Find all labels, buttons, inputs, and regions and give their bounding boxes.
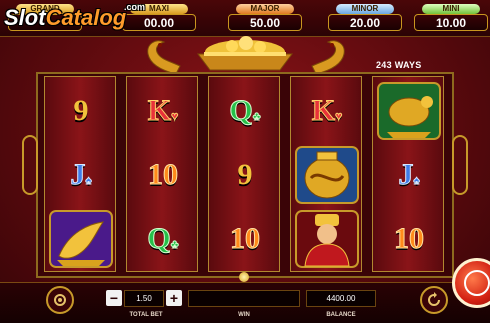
jackpot-major-value: 50.00: [228, 14, 302, 31]
fortune-god-icon: [295, 210, 359, 268]
reel-1-symbol-2: J♠: [45, 143, 117, 207]
jackpot-mini: MINI 10.00: [414, 4, 488, 32]
refresh-icon: [428, 292, 440, 306]
reel-3-symbol-2: 9: [209, 143, 281, 207]
jackpot-minor-label: MINOR: [336, 4, 394, 14]
reel-3-symbol-3: 10: [209, 207, 281, 271]
reel-1-symbol-3: [45, 207, 117, 271]
card-9-symbol: 9: [237, 158, 253, 191]
card-k-symbol: K♥: [311, 94, 343, 127]
card-j-symbol: J♠: [398, 158, 420, 191]
watermark-catalog: Catalog: [45, 5, 127, 30]
reel-3: Q♣ 9 10: [208, 76, 280, 272]
reel-1-symbol-1: 9: [45, 79, 117, 143]
reel-4: K♥: [290, 76, 362, 272]
reel-2: K♥ 10 Q♣: [126, 76, 198, 272]
jackpot-mini-label: MINI: [422, 4, 480, 14]
jackpot-mini-value: 10.00: [414, 14, 488, 31]
reel-2-symbol-2: 10: [127, 143, 199, 207]
win-value: [188, 290, 300, 307]
autoplay-button[interactable]: [420, 286, 448, 314]
jackpot-major: MAJOR 50.00: [228, 4, 302, 32]
bet-decrease-button[interactable]: −: [106, 290, 122, 306]
reel-4-symbol-2: [291, 143, 363, 207]
reel-4-symbol-1: K♥: [291, 79, 363, 143]
frame-ornament-right: [452, 135, 468, 195]
golden-carp-icon: [49, 210, 113, 268]
golden-turtle-icon: [377, 82, 441, 140]
gear-icon: [54, 294, 66, 306]
reel-5: J♠ 10: [372, 76, 444, 272]
reel-4-symbol-3: [291, 207, 363, 271]
reel-2-symbol-3: Q♣: [127, 207, 199, 271]
ways-count: 243 WAYS: [376, 60, 422, 70]
reel-5-symbol-1: [373, 79, 445, 143]
card-suit-icon: ♣: [170, 237, 179, 251]
bet-increase-button[interactable]: +: [166, 290, 182, 306]
watermark-com: .com: [124, 2, 146, 12]
coin-ornament: [239, 272, 249, 282]
card-suit-icon: ♠: [85, 173, 92, 187]
total-bet-value: 1.50: [124, 290, 164, 307]
dragon-left-icon: [147, 40, 181, 75]
gold-ingot-bowl-icon: [197, 36, 293, 71]
jackpot-minor: MINOR 20.00: [328, 4, 402, 32]
golden-dragon-vase-icon: [295, 146, 359, 204]
watermark-slot: Slot: [4, 5, 46, 30]
reel-5-symbol-2: J♠: [373, 143, 445, 207]
card-suit-icon: ♥: [335, 109, 343, 123]
spin-icon: [464, 270, 490, 296]
card-suit-icon: ♣: [252, 109, 261, 123]
reel-3-symbol-1: Q♣: [209, 79, 281, 143]
card-10-symbol: 10: [394, 222, 425, 255]
card-10-symbol: 10: [148, 158, 179, 191]
reel-5-symbol-3: 10: [373, 207, 445, 271]
reel-1: 9 J♠: [44, 76, 116, 272]
jackpot-minor-value: 20.00: [328, 14, 402, 31]
card-9-symbol: 9: [73, 94, 89, 127]
balance-label: BALANCE: [326, 312, 356, 318]
jackpot-major-label: MAJOR: [236, 4, 294, 14]
card-10-symbol: 10: [230, 222, 261, 255]
card-q-symbol: Q♣: [229, 94, 261, 127]
game-screen: GRAND MAXI 00.00 MAJOR 50.00 MINOR 20.00…: [0, 0, 490, 323]
balance-value: 4400.00: [306, 290, 376, 307]
jackpot-maxi-value: 00.00: [122, 14, 196, 31]
card-q-symbol: Q♣: [147, 222, 179, 255]
card-suit-icon: ♥: [171, 109, 179, 123]
frame-ornament-left: [22, 135, 38, 195]
card-k-symbol: K♥: [147, 94, 179, 127]
win-label: WIN: [238, 312, 250, 318]
card-suit-icon: ♠: [413, 173, 420, 187]
settings-button[interactable]: [46, 286, 74, 314]
card-j-symbol: J♠: [70, 158, 92, 191]
total-bet-label: TOTAL BET: [129, 312, 163, 318]
reel-2-symbol-1: K♥: [127, 79, 199, 143]
dragon-right-icon: [311, 40, 345, 75]
slotcatalog-watermark: SlotCatalog .com: [4, 2, 145, 30]
